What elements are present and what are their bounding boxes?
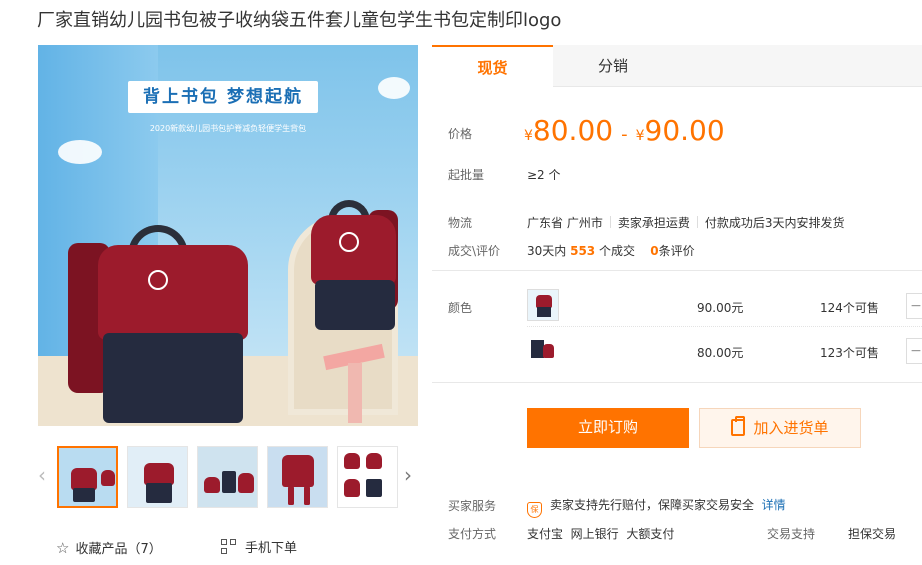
cloud-decor	[378, 77, 410, 99]
qr-code-icon	[221, 539, 237, 555]
service-detail-link[interactable]: 详情	[762, 498, 786, 512]
guarantee-shield-icon: 保	[527, 502, 542, 518]
thumb-next-arrow[interactable]: ›	[404, 463, 412, 487]
tab-spot[interactable]: 现货	[432, 45, 553, 87]
deals-info: 30天内 553 个成交 0条评价	[527, 244, 695, 258]
sku-decrement-1[interactable]: −	[906, 293, 922, 319]
image-subtitle: 2020新款幼儿园书包护脊减负轻便学生背包	[149, 124, 307, 133]
price-label: 价格	[448, 127, 473, 141]
payment-label: 支付方式	[448, 527, 497, 541]
image-headline: 背上书包 梦想起航	[128, 81, 318, 113]
pedestal-stand	[348, 363, 362, 423]
add-to-cart-label: 加入进货单	[753, 419, 829, 437]
sku-stock-2: 123个可售	[820, 346, 879, 360]
pay-alipay: 支付宝	[527, 527, 564, 541]
divider	[432, 270, 922, 271]
product-title: 厂家直销幼儿园书包被子收纳袋五件套儿童包学生书包定制印logo	[37, 10, 562, 31]
favorite-button[interactable]: ☆ 收藏产品（7）	[56, 538, 162, 557]
review-count[interactable]: 0	[650, 244, 658, 258]
deal-count: 553	[570, 244, 596, 258]
service-info: 保卖家支持先行赔付，保障买家交易安全 详情	[527, 496, 786, 518]
moq-label: 起批量	[448, 168, 485, 182]
star-icon: ☆	[56, 539, 70, 557]
order-now-button[interactable]: 立即订购	[527, 408, 689, 448]
backpack-large	[68, 225, 268, 425]
freight-info: 卖家承担运费	[617, 216, 690, 230]
sku-image-1[interactable]	[527, 289, 559, 321]
pay-large: 大额支付	[626, 527, 675, 541]
thumb-prev-arrow[interactable]: ‹	[38, 463, 46, 487]
thumbnail-2[interactable]	[127, 446, 188, 508]
price-range: ¥80.00- ¥90.00	[524, 114, 725, 147]
sku-image-2[interactable]	[527, 334, 559, 366]
main-product-image[interactable]: 背上书包 梦想起航 2020新款幼儿园书包护脊减负轻便学生背包	[38, 45, 418, 426]
divider	[527, 326, 922, 327]
thumbnail-3[interactable]	[197, 446, 258, 508]
favorite-label: 收藏产品（7）	[75, 542, 162, 557]
clipboard-icon	[731, 416, 746, 436]
thumbnail-4[interactable]	[267, 446, 328, 508]
service-label: 买家服务	[448, 499, 497, 513]
thumbnail-1[interactable]	[57, 446, 118, 508]
moq-value: ≥2 个	[527, 168, 561, 182]
price-low: 80.00	[532, 114, 614, 147]
backpack-small	[303, 200, 413, 340]
sku-decrement-2[interactable]: −	[906, 338, 922, 364]
color-label: 颜色	[448, 301, 473, 315]
logistics-label: 物流	[448, 216, 473, 230]
sku-price-1: 90.00元	[697, 301, 744, 315]
price-high: 90.00	[644, 114, 725, 147]
purchase-tabs: 现货 分销	[432, 45, 922, 87]
sku-price-2: 80.00元	[697, 346, 744, 360]
divider	[432, 382, 922, 383]
deals-label: 成交\评价	[448, 244, 501, 258]
trade-support-label: 交易支持	[767, 527, 816, 541]
sku-stock-1: 124个可售	[820, 301, 879, 315]
add-to-cart-button[interactable]: 加入进货单	[699, 408, 861, 448]
mobile-order-label: 手机下单	[245, 541, 298, 556]
mobile-order-button[interactable]: 手机下单	[221, 537, 297, 556]
pay-bank: 网上银行	[570, 527, 619, 541]
payment-methods: 支付宝 网上银行 大额支付	[527, 525, 674, 542]
shipping-time: 付款成功后3天内安排发货	[704, 216, 845, 230]
logistics-info: 广东省 广州市 卖家承担运费 付款成功后3天内安排发货	[527, 214, 844, 231]
thumbnail-5[interactable]	[337, 446, 398, 508]
tab-distribution[interactable]: 分销	[553, 45, 673, 87]
service-text: 卖家支持先行赔付，保障买家交易安全	[550, 498, 755, 512]
origin-location[interactable]: 广东省 广州市	[527, 216, 603, 230]
trade-support-value: 担保交易	[848, 527, 897, 541]
cloud-decor	[58, 140, 102, 164]
